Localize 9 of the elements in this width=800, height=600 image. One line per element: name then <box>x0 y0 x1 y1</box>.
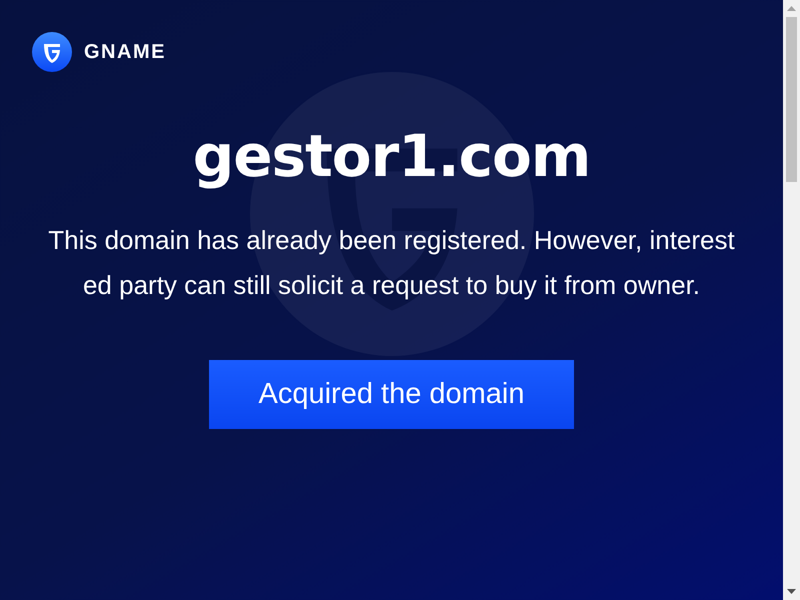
status-message: This domain has already been registered. However, interested party can still solicit a request to buy it from owner. <box>47 224 736 302</box>
scroll-up-icon[interactable] <box>787 6 796 11</box>
logo-icon <box>32 32 72 72</box>
scrollbar-thumb[interactable] <box>786 17 797 182</box>
domain-title: gestor1.com <box>192 122 590 190</box>
scrollbar[interactable] <box>783 0 800 600</box>
scroll-down-icon[interactable] <box>787 589 796 594</box>
acquire-button[interactable]: Acquired the domain <box>209 360 574 429</box>
brand-name: GNAME <box>84 40 166 64</box>
